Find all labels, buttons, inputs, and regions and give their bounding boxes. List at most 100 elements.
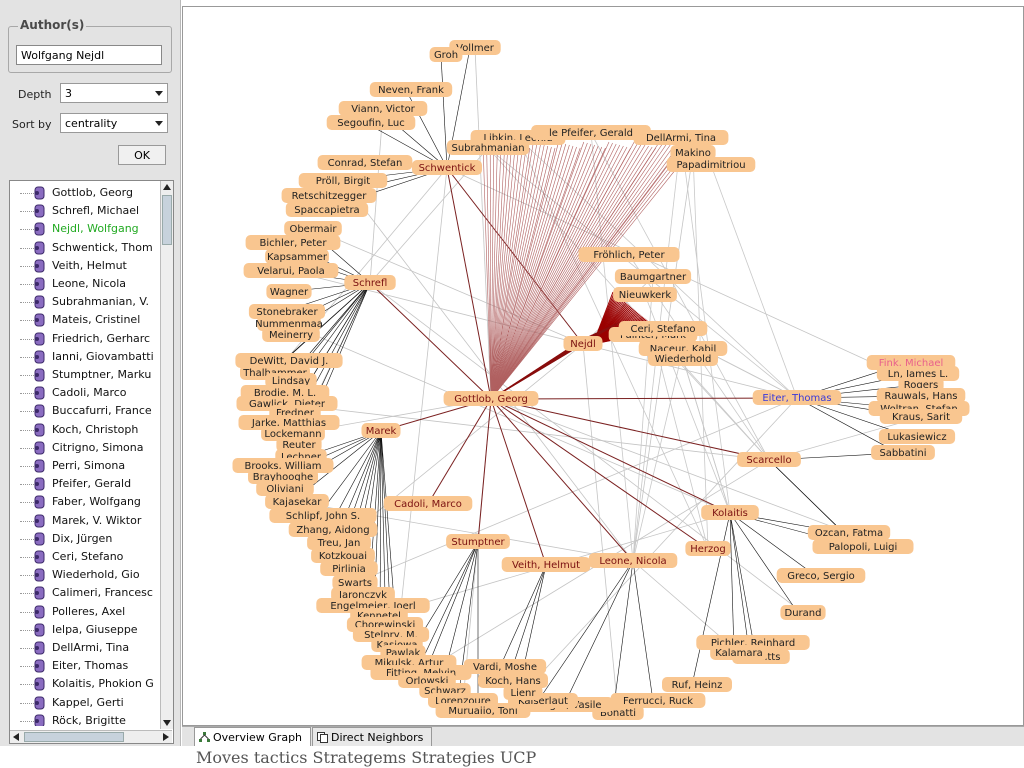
- graph-node[interactable]: Papadimitriou: [666, 157, 756, 172]
- list-item[interactable]: Ceri, Stefano: [10, 548, 160, 566]
- graph-hub-node[interactable]: Nejdl: [563, 336, 603, 351]
- graph-node[interactable]: Lukasiewicz: [878, 429, 956, 444]
- graph-node[interactable]: Pirlinia: [320, 561, 378, 576]
- list-item[interactable]: Leone, Nicola: [10, 275, 160, 293]
- graph-hub-node[interactable]: Schwentick: [412, 160, 482, 175]
- graph-node[interactable]: le Pfeifer, Gerald: [531, 125, 651, 140]
- graph-node[interactable]: Sabbatini: [871, 445, 935, 460]
- scroll-left-icon[interactable]: [12, 732, 20, 742]
- tab-overview-graph[interactable]: Overview Graph: [194, 727, 312, 747]
- graph-hub-node[interactable]: Leone, Nicola: [588, 553, 678, 568]
- graph-node[interactable]: Kraus, Sarit: [879, 409, 963, 424]
- graph-node[interactable]: Velarui, Paola: [243, 263, 339, 278]
- graph-node[interactable]: Baumgartner: [614, 269, 692, 284]
- graph-node[interactable]: Groh: [429, 47, 463, 62]
- list-item[interactable]: Citrigno, Simona: [10, 439, 160, 457]
- graph-node[interactable]: Zhang, Aidong: [288, 522, 378, 537]
- sort-select[interactable]: centrality: [60, 113, 168, 133]
- graph-hub-node[interactable]: Gottlob, Georg: [443, 391, 539, 406]
- list-item[interactable]: Subrahmanian, V.: [10, 293, 160, 311]
- list-item[interactable]: Ianni, Giovambatti: [10, 348, 160, 366]
- list-item[interactable]: Perri, Simona: [10, 457, 160, 475]
- graph-node[interactable]: Vardi, Moshe: [463, 659, 547, 674]
- graph-node[interactable]: Koch, Hans: [478, 673, 548, 688]
- co-author-graph[interactable]: VollmerGrohNeven, FrankViann, VictorSego…: [183, 7, 1023, 725]
- graph-node[interactable]: Wiederhold: [648, 351, 718, 366]
- list-item[interactable]: Wiederhold, Gio: [10, 566, 160, 584]
- graph-node[interactable]: Kajasekar: [265, 494, 329, 509]
- list-item[interactable]: Faber, Wolfgang: [10, 493, 160, 511]
- graph-node[interactable]: Palopoli, Luigi: [812, 539, 914, 554]
- list-item[interactable]: Eiter, Thomas: [10, 657, 160, 675]
- graph-node[interactable]: Obermair: [284, 221, 342, 236]
- scroll-up-icon[interactable]: [162, 183, 172, 191]
- graph-hub-node[interactable]: Kolaitis: [701, 505, 759, 520]
- list-item[interactable]: DellArmi, Tina: [10, 639, 160, 657]
- graph-hub-node[interactable]: Schrefl: [344, 275, 396, 290]
- graph-hub-node[interactable]: Marek: [361, 423, 401, 438]
- graph-node[interactable]: Segoufin, Luc: [326, 115, 416, 130]
- graph-node[interactable]: Nieuwkerk: [613, 287, 677, 302]
- list-item[interactable]: Ielpa, Giuseppe: [10, 621, 160, 639]
- graph-node[interactable]: Rauwals, Hans: [876, 388, 966, 403]
- graph-node[interactable]: Ruf, Heinz: [662, 677, 732, 692]
- graph-hub-node[interactable]: Scarcello: [737, 452, 801, 467]
- graph-node[interactable]: Subrahmanian: [446, 140, 530, 155]
- graph-node[interactable]: Kapsammer: [265, 249, 329, 264]
- graph-node[interactable]: Bichler, Peter: [245, 235, 341, 250]
- graph-hub-node[interactable]: Cadoli, Marco: [383, 496, 473, 511]
- list-item[interactable]: Pfeifer, Gerald: [10, 475, 160, 493]
- graph-node[interactable]: Fröhlich, Peter: [578, 247, 680, 262]
- list-item[interactable]: Schwentick, Thom: [10, 239, 160, 257]
- list-item[interactable]: Kolaitis, Phokion G: [10, 675, 160, 693]
- graph-node[interactable]: Schlipf, John S.: [269, 508, 377, 523]
- list-item[interactable]: Nejdl, Wolfgang: [10, 220, 160, 238]
- list-item[interactable]: Cadoli, Marco: [10, 384, 160, 402]
- graph-hub-node[interactable]: Stumptner: [446, 534, 510, 549]
- horizontal-scroll-thumb[interactable]: [24, 732, 124, 742]
- graph-node[interactable]: DellArmi, Tina: [633, 130, 729, 145]
- list-item[interactable]: Koch, Christoph: [10, 421, 160, 439]
- graph-node[interactable]: Viann, Victor: [338, 101, 428, 116]
- tab-direct-neighbors[interactable]: Direct Neighbors: [312, 727, 433, 747]
- graph-node[interactable]: Durand: [780, 605, 826, 620]
- graph-node[interactable]: Meinerry: [262, 327, 320, 342]
- graph-hub-node[interactable]: Veith, Helmut: [501, 557, 591, 572]
- list-item[interactable]: Mateis, Cristinel: [10, 311, 160, 329]
- list-item[interactable]: Schrefl, Michael: [10, 202, 160, 220]
- scroll-right-icon[interactable]: [162, 732, 170, 742]
- list-item[interactable]: Buccafurri, France: [10, 402, 160, 420]
- author-input[interactable]: [16, 45, 162, 65]
- graph-node[interactable]: Spaccapietra: [285, 202, 369, 217]
- ok-button[interactable]: OK: [118, 145, 166, 165]
- list-item[interactable]: Marek, V. Wiktor: [10, 512, 160, 530]
- graph-node[interactable]: Treu, Jan: [307, 535, 371, 550]
- graph-node[interactable]: Greco, Sergio: [776, 568, 866, 583]
- graph-node[interactable]: Neven, Frank: [369, 82, 453, 97]
- graph-hub-node[interactable]: Herzog: [685, 541, 731, 556]
- graph-node[interactable]: Retschitzegger: [281, 188, 377, 203]
- list-item[interactable]: Dix, Jürgen: [10, 530, 160, 548]
- graph-node[interactable]: Wagner: [266, 284, 312, 299]
- list-item[interactable]: Röck, Brigitte: [10, 712, 160, 726]
- graph-canvas[interactable]: Vollmer Groh Neven, Frank Viann, Victor Sego…: [182, 6, 1024, 726]
- vertical-scroll-thumb[interactable]: [162, 195, 172, 245]
- list-item[interactable]: Friedrich, Gerharc: [10, 330, 160, 348]
- list-item[interactable]: Calimeri, Francesc: [10, 584, 160, 602]
- list-item[interactable]: Polleres, Axel: [10, 603, 160, 621]
- graph-node[interactable]: Oliviani: [256, 481, 314, 496]
- scroll-down-icon[interactable]: [162, 719, 172, 727]
- depth-select[interactable]: 3: [60, 83, 168, 103]
- list-item[interactable]: Gottlob, Georg: [10, 184, 160, 202]
- graph-node[interactable]: Pröll, Birgit: [298, 173, 388, 188]
- graph-node[interactable]: Conrad, Stefan: [317, 155, 413, 170]
- graph-node[interactable]: Kalamara: [710, 645, 768, 660]
- horizontal-scrollbar[interactable]: [10, 730, 172, 743]
- graph-node[interactable]: Ceri, Stefano: [618, 321, 708, 336]
- graph-node[interactable]: Kotzkouai: [311, 548, 375, 563]
- graph-hub-node[interactable]: Eiter, Thomas: [752, 390, 842, 405]
- list-item[interactable]: Kappel, Gerti: [10, 694, 160, 712]
- list-item[interactable]: Stumptner, Marku: [10, 366, 160, 384]
- graph-node[interactable]: Ozcan, Fatma: [807, 525, 891, 540]
- list-item[interactable]: Veith, Helmut: [10, 257, 160, 275]
